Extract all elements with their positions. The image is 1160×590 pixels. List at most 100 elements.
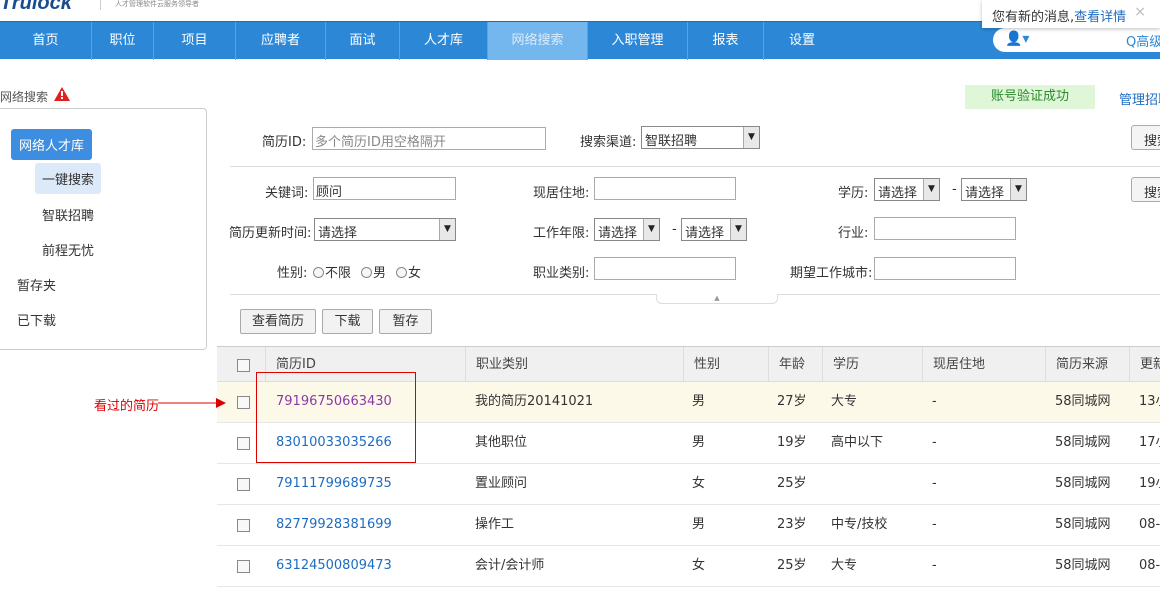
source-cell: 58同城网 (1055, 558, 1111, 573)
nav-item-interview[interactable]: 面试 (326, 22, 400, 60)
row-checkbox[interactable] (237, 478, 250, 491)
user-icon[interactable]: 👤▾ (1005, 31, 1029, 47)
nav-item-reports[interactable]: 报表 (688, 22, 764, 60)
gender-cell: 男 (692, 435, 706, 450)
nav-item-home[interactable]: 首页 (0, 22, 92, 60)
sidebar-item-51job[interactable]: 前程无忧 (42, 240, 94, 259)
age-cell: 23岁 (777, 517, 807, 532)
education-to-select[interactable]: 请选择 ▼ (961, 178, 1027, 201)
updated-cell: 17小 (1139, 435, 1160, 450)
gender-cell: 男 (692, 517, 706, 532)
category-cell: 会计/会计师 (475, 558, 545, 573)
search-button-2[interactable]: 搜索 (1131, 177, 1160, 202)
sidebar-item-web-talent[interactable]: 网络人才库 (11, 129, 93, 160)
nav-item-onboarding[interactable]: 入职管理 (588, 22, 688, 60)
age-cell: 19岁 (777, 435, 807, 450)
category-cell: 操作工 (475, 517, 515, 532)
row-checkbox[interactable] (237, 437, 250, 450)
nav-item-web-search[interactable]: 网络搜索 (488, 22, 588, 60)
column-header[interactable]: 更新 (1129, 347, 1160, 382)
residence-cell: - (932, 394, 937, 409)
close-icon[interactable]: × (1134, 4, 1146, 20)
industry-input[interactable] (874, 217, 1016, 240)
education-cell: 高中以下 (831, 435, 884, 450)
manage-link[interactable]: 管理招聘 (1119, 89, 1160, 108)
row-checkbox[interactable] (237, 560, 250, 573)
nav-item-settings[interactable]: 设置 (764, 22, 840, 60)
education-from-select[interactable]: 请选择 ▼ (874, 178, 940, 201)
gender-option-any[interactable]: 不限 (313, 262, 351, 281)
select-all-checkbox[interactable] (237, 359, 250, 372)
notification-details-link[interactable]: 查看详情 (1074, 10, 1126, 25)
column-header[interactable]: 简历来源 (1045, 347, 1108, 382)
residence-input[interactable] (594, 177, 736, 200)
gender-option-male[interactable]: 男 (361, 262, 386, 281)
collapse-toggle[interactable]: ▲ (656, 294, 778, 304)
logo[interactable]: Trulock (0, 0, 72, 15)
years-from-value: 请选择 (598, 226, 638, 241)
job-category-label: 职业类别: (533, 266, 590, 281)
nav-item-talent-pool[interactable]: 人才库 (400, 22, 488, 60)
radio-icon[interactable] (396, 267, 407, 278)
updated-select[interactable]: 请选择 ▼ (314, 218, 456, 241)
channel-label: 搜索渠道: (580, 135, 637, 150)
updated-label: 简历更新时间: (229, 226, 312, 241)
resume-id-link[interactable]: 63124500809473 (276, 558, 392, 573)
gender-cell: 女 (692, 476, 706, 491)
annotation-label: 看过的简历 (94, 399, 160, 414)
years-from-select[interactable]: 请选择 ▼ (594, 218, 660, 241)
sidebar-item-drafts[interactable]: 暂存夹 (17, 275, 56, 294)
gender-cell: 男 (692, 394, 706, 409)
industry-label: 行业: (838, 226, 869, 241)
education-cell: 大专 (831, 558, 858, 573)
column-header[interactable]: 年龄 (768, 347, 805, 382)
source-cell: 58同城网 (1055, 476, 1111, 491)
view-resume-button[interactable]: 查看简历 (240, 309, 316, 334)
column-header[interactable]: 学历 (822, 347, 859, 382)
sidebar-item-one-click[interactable]: 一键搜索 (35, 163, 102, 194)
radio-icon[interactable] (313, 267, 324, 278)
nav-item-projects[interactable]: 项目 (154, 22, 236, 60)
sidebar-item-zhaopin[interactable]: 智联招聘 (42, 205, 94, 224)
resume-id-cell: 79111799689735 (276, 464, 392, 504)
years-to-value: 请选择 (685, 226, 725, 241)
notification-text: 您有新的消息, (992, 10, 1075, 25)
nav-item-applicants[interactable]: 应聘者 (236, 22, 326, 60)
chevron-down-icon: ▼ (1010, 179, 1026, 200)
range-dash: - (672, 222, 677, 237)
chevron-down-icon: ▼ (743, 127, 759, 148)
column-header[interactable]: 现居住地 (922, 347, 985, 382)
category-cell: 其他职位 (475, 435, 528, 450)
resume-id-cell: 82779928381699 (276, 505, 392, 545)
table-row[interactable]: 63124500809473 会计/会计师 女 25岁 大专 - 58同城网 0… (217, 546, 1160, 587)
row-checkbox[interactable] (237, 519, 250, 532)
source-cell: 58同城网 (1055, 517, 1111, 532)
save-draft-button[interactable]: 暂存 (379, 309, 432, 334)
search-button[interactable]: 搜索 (1131, 125, 1160, 150)
resume-id-input[interactable]: 多个简历ID用空格隔开 (312, 127, 546, 150)
column-header[interactable]: 性别 (683, 347, 720, 382)
job-category-input[interactable] (594, 257, 736, 280)
nav-item-positions[interactable]: 职位 (92, 22, 154, 60)
category-cell: 我的简历20141021 (475, 394, 594, 409)
header-search[interactable]: 👤▾ Q高级 (993, 28, 1160, 52)
table-row[interactable]: 79111799689735 置业顾问 女 25岁 - 58同城网 19小 (217, 464, 1160, 505)
keyword-input[interactable]: 顾问 (313, 177, 456, 200)
row-checkbox[interactable] (237, 396, 250, 409)
column-header[interactable]: 职业类别 (465, 347, 528, 382)
resume-id-link[interactable]: 82779928381699 (276, 517, 392, 532)
updated-cell: 08-2 (1139, 558, 1160, 573)
city-input[interactable] (874, 257, 1016, 280)
channel-select[interactable]: 智联招聘 ▼ (641, 126, 760, 149)
advanced-search-link[interactable]: Q高级 (1126, 31, 1160, 50)
radio-icon[interactable] (361, 267, 372, 278)
gender-option-female[interactable]: 女 (396, 262, 421, 281)
sidebar-item-downloaded[interactable]: 已下载 (17, 310, 56, 329)
download-button[interactable]: 下载 (322, 309, 373, 334)
years-to-select[interactable]: 请选择 ▼ (681, 218, 747, 241)
chevron-down-icon: ▼ (730, 219, 746, 240)
education-to-value: 请选择 (965, 186, 1005, 201)
channel-value: 智联招聘 (645, 134, 698, 149)
table-row[interactable]: 82779928381699 操作工 男 23岁 中专/技校 - 58同城网 0… (217, 505, 1160, 546)
resume-id-link[interactable]: 79111799689735 (276, 476, 392, 491)
